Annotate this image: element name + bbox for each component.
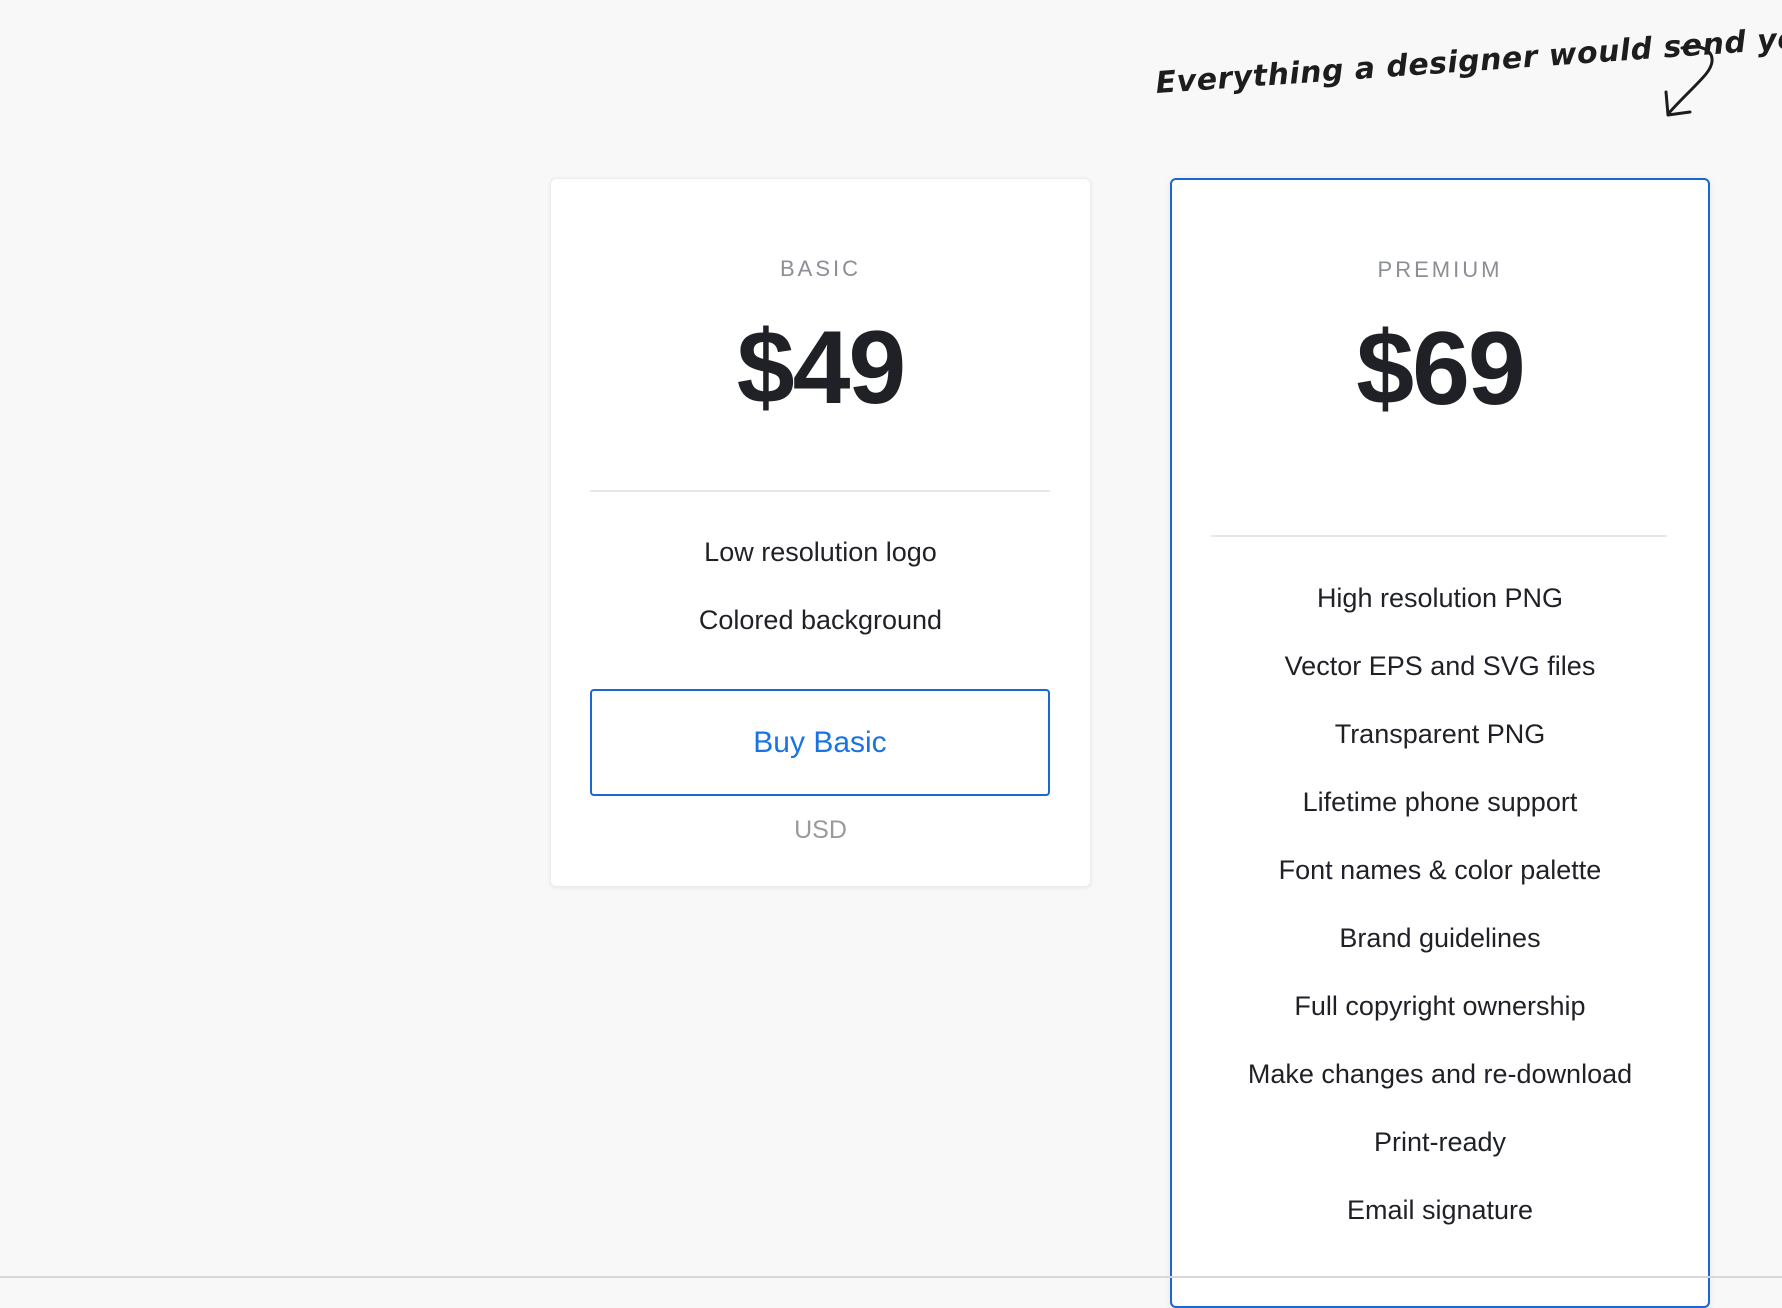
feature-item: Low resolution logo <box>704 537 937 567</box>
feature-item: Make changes and re-download <box>1247 1059 1633 1089</box>
designer-annotation: Everything a designer would send you <box>1152 0 1782 116</box>
premium-plan-card: PREMIUM $69 High resolution PNG Vector E… <box>1170 178 1710 1308</box>
plan-price: $69 <box>1356 311 1526 427</box>
feature-item: Colored background <box>698 605 943 635</box>
divider <box>1211 535 1667 537</box>
feature-item: Brand guidelines <box>1339 923 1541 953</box>
feature-item: Vector EPS and SVG files <box>1284 651 1596 681</box>
plan-price: $49 <box>736 310 907 426</box>
plan-name: BASIC <box>779 256 862 281</box>
feature-item: Lifetime phone support <box>1302 787 1578 817</box>
buy-basic-button[interactable]: Buy Basic <box>590 689 1050 796</box>
page-bottom-divider <box>0 1276 1782 1278</box>
divider <box>590 490 1050 492</box>
feature-item: Print-ready <box>1373 1127 1507 1157</box>
pricing-page: Everything a designer would send you BAS… <box>0 0 1782 1308</box>
curved-arrow-down-icon <box>1664 45 1714 117</box>
plan-name: PREMIUM <box>1377 257 1503 282</box>
feature-item: Transparent PNG <box>1334 719 1546 749</box>
basic-plan-card: BASIC $49 Low resolution logo Colored ba… <box>550 178 1091 887</box>
feature-item: Font names & color palette <box>1278 855 1602 885</box>
feature-item: Full copyright ownership <box>1294 991 1586 1021</box>
feature-item: Email signature <box>1346 1195 1534 1225</box>
currency-label: USD <box>794 816 847 844</box>
feature-item: High resolution PNG <box>1316 583 1564 613</box>
